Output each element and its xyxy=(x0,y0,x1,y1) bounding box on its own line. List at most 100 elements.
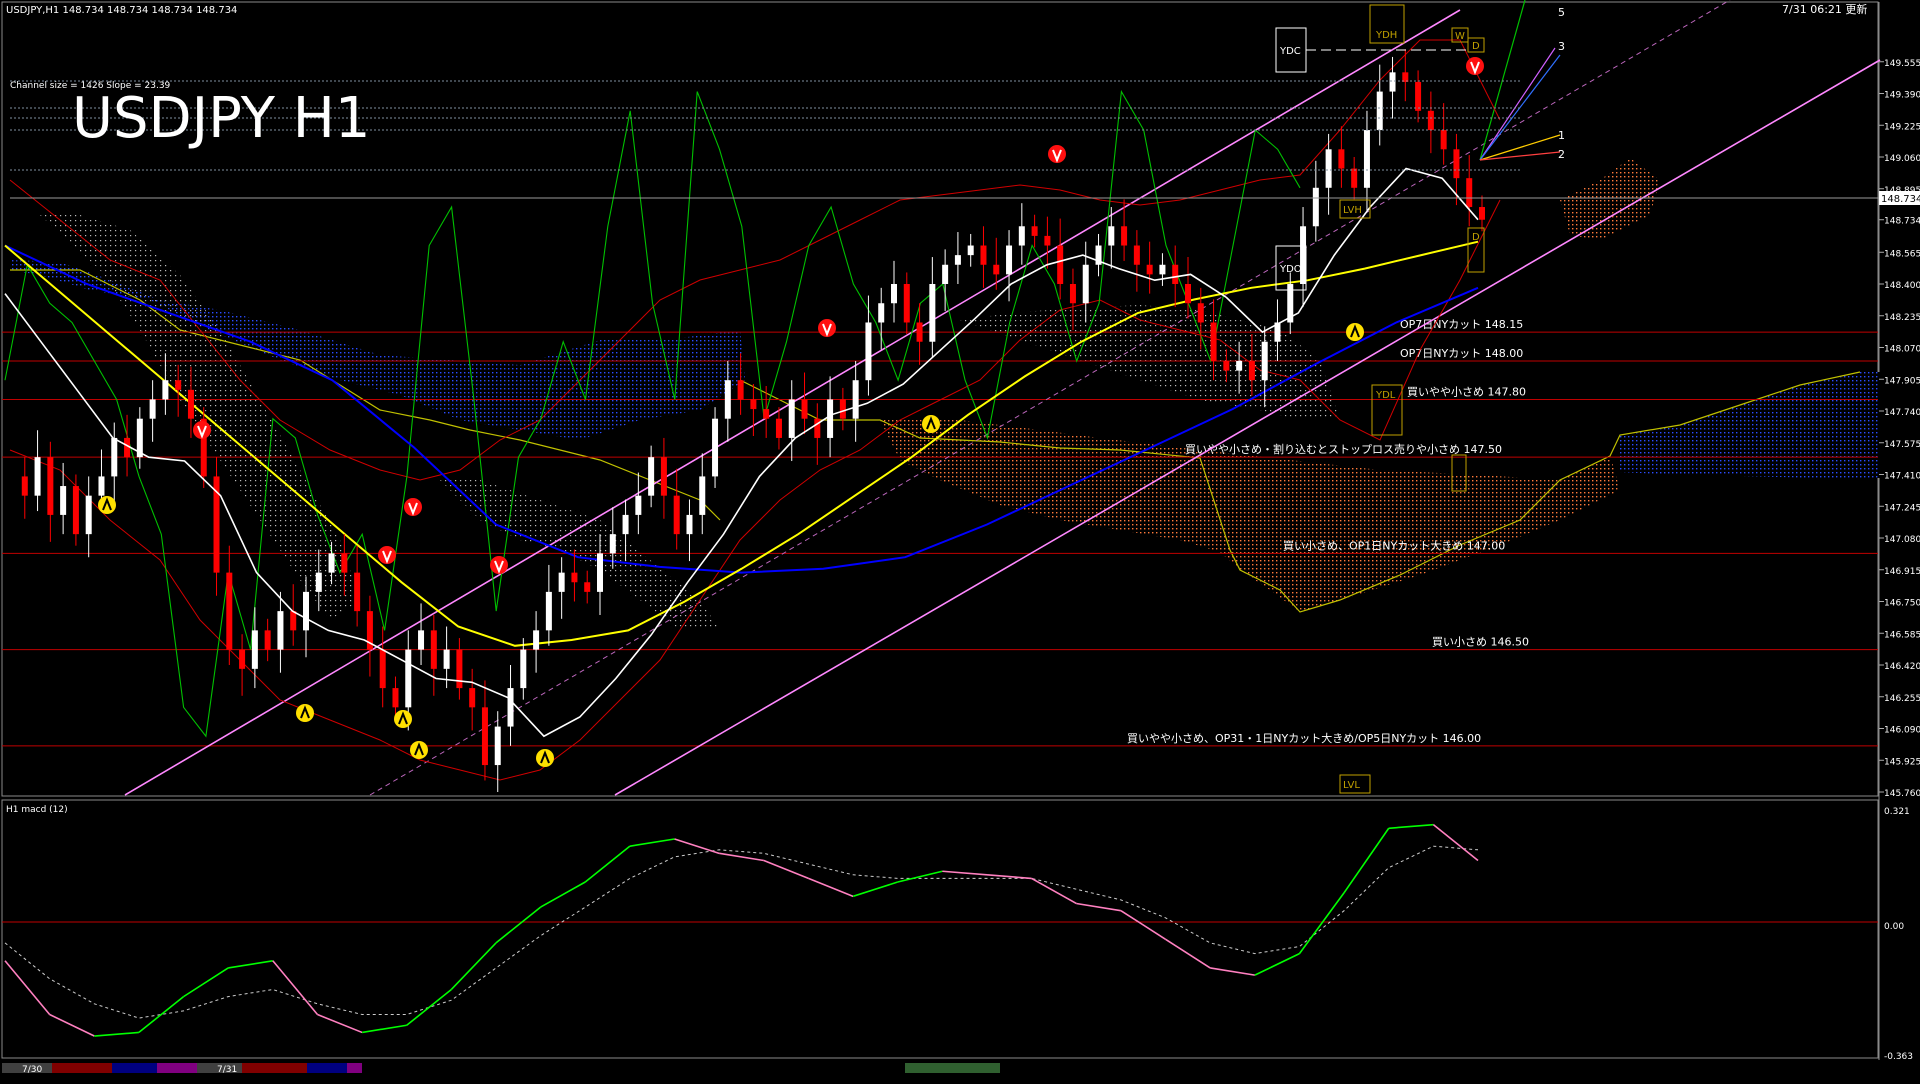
candle-down xyxy=(1069,284,1076,304)
candle-down xyxy=(1248,360,1255,381)
price-tick-label: 147.245 xyxy=(1884,503,1920,513)
candle-up xyxy=(622,514,629,535)
candle-up xyxy=(967,245,974,256)
candle-down xyxy=(72,486,79,535)
candle-down xyxy=(660,457,667,496)
buy-arrow-icon xyxy=(394,710,412,728)
candle-down xyxy=(673,495,680,535)
candle-up xyxy=(328,553,335,573)
level-label: 買い小さめ、OP1日NYカット大きめ 147.00 xyxy=(1283,538,1505,552)
candle-up xyxy=(1325,149,1332,188)
macd-tick-label: 0.321 xyxy=(1884,807,1910,817)
date-seg-7 xyxy=(307,1063,347,1073)
candle-up xyxy=(1300,226,1307,284)
candle-up xyxy=(1006,245,1013,275)
date-seg-8 xyxy=(347,1063,362,1073)
price-tick-label: 147.410 xyxy=(1884,472,1920,482)
sell-arrow-icon xyxy=(490,556,508,574)
symbol-line: USDJPY,H1 148.734 148.734 148.734 148.73… xyxy=(6,5,237,16)
candle-down xyxy=(21,476,28,496)
candle-up xyxy=(635,495,642,515)
candle-up xyxy=(597,553,603,592)
candle-up xyxy=(878,303,885,323)
lvl-label: LVL xyxy=(1343,780,1360,791)
candle-down xyxy=(801,399,808,419)
candle-down xyxy=(839,399,846,419)
candle-up xyxy=(533,630,540,650)
candle-down xyxy=(469,688,476,708)
price-tick-label: 145.925 xyxy=(1884,757,1920,767)
d-label-bottom: D xyxy=(1472,232,1480,243)
candle-down xyxy=(1466,178,1473,208)
candle-up xyxy=(520,649,527,689)
level-label: 買いやや小さめ・割り込むとストップロス売りや小さめ 147.50 xyxy=(1185,442,1502,456)
candle-up xyxy=(648,457,655,496)
price-tick-label: 147.740 xyxy=(1884,408,1920,418)
candle-up xyxy=(724,380,731,419)
candle-up xyxy=(1108,226,1115,246)
price-tick-label: 146.420 xyxy=(1884,662,1920,672)
price-tick-label: 149.060 xyxy=(1884,154,1920,164)
buy-arrow-icon xyxy=(1346,323,1364,341)
candle-up xyxy=(1261,341,1268,381)
candle-up xyxy=(609,534,616,554)
chart-window: OP7日NYカット 148.15 OP7日NYカット 148.00 買いやや小さめ … xyxy=(0,0,1920,1080)
candle-down xyxy=(1338,149,1345,169)
ydl-label: YDL xyxy=(1375,390,1396,401)
candle-down xyxy=(993,264,1000,275)
date-seg-9 xyxy=(905,1063,1000,1073)
candle-down xyxy=(1133,245,1140,265)
candle-down xyxy=(571,572,578,583)
candle-up xyxy=(315,572,322,592)
lvh-label: LVH xyxy=(1343,205,1362,216)
sell-arrow-icon xyxy=(378,546,396,564)
price-tick-label: 148.734 xyxy=(1884,217,1920,227)
w-label: W xyxy=(1455,31,1465,42)
candle-down xyxy=(980,245,987,265)
candle-up xyxy=(712,418,719,477)
candle-up xyxy=(405,649,412,708)
candle-up xyxy=(558,572,565,592)
price-tick-label: 146.915 xyxy=(1884,567,1920,577)
macd-tick-label: 0.00 xyxy=(1884,922,1904,932)
update-label: 7/31 06:21 更新 xyxy=(1782,2,1867,16)
candle-up xyxy=(162,380,169,400)
price-tick-label: 148.070 xyxy=(1884,345,1920,355)
candle-down xyxy=(264,630,271,650)
price-chart[interactable]: OP7日NYカット 148.15OP7日NYカット 148.00買いやや小さめ … xyxy=(0,0,1920,1080)
price-tick-label: 149.390 xyxy=(1884,91,1920,101)
candle-down xyxy=(1185,284,1191,304)
candle-down xyxy=(1197,303,1204,323)
price-tick-label: 148.400 xyxy=(1884,281,1920,291)
candle-down xyxy=(903,284,910,323)
ydo-label: YDO xyxy=(1279,264,1302,275)
candle-down xyxy=(1210,322,1217,361)
price-tick-label: 147.080 xyxy=(1884,535,1920,545)
candle-down xyxy=(584,582,591,592)
candle-down xyxy=(226,572,233,650)
candle-down xyxy=(750,399,757,410)
ydh-label: YDH xyxy=(1375,30,1397,41)
ydc-label: YDC xyxy=(1279,46,1301,57)
candle-down xyxy=(1057,245,1064,284)
candle-down xyxy=(187,389,194,419)
current-price-label: 148.734 xyxy=(1881,194,1920,205)
sell-arrow-icon xyxy=(193,421,211,439)
price-tick-label: 147.905 xyxy=(1884,376,1920,386)
candle-up xyxy=(111,437,118,477)
candle-up xyxy=(34,457,41,496)
candle-up xyxy=(303,591,309,631)
candle-down xyxy=(239,649,246,669)
candle-up xyxy=(852,380,859,419)
fan-label-1: 1 xyxy=(1558,129,1565,142)
candle-down xyxy=(1223,360,1230,371)
candle-down xyxy=(1121,226,1128,246)
fan-label-2: 2 xyxy=(1558,148,1565,161)
sell-arrow-icon xyxy=(404,498,422,516)
candle-up xyxy=(827,399,834,438)
candle-up xyxy=(686,514,693,535)
sell-arrow-icon xyxy=(818,319,836,337)
current-price-tag: 148.734 xyxy=(1879,191,1920,205)
candle-down xyxy=(1440,130,1447,150)
date-seg-3 xyxy=(112,1063,157,1073)
